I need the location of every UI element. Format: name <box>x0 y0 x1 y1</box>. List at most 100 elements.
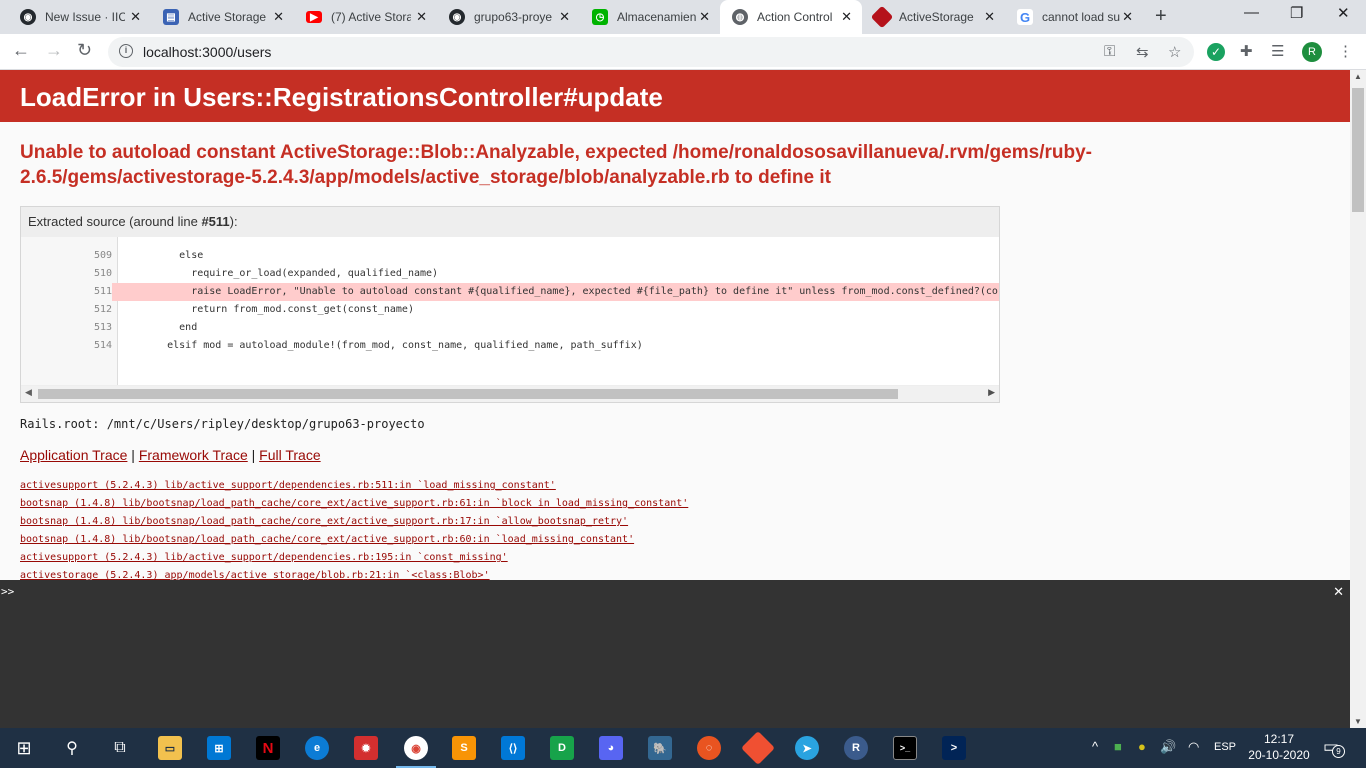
trace-line[interactable]: bootsnap (1.4.8) lib/bootsnap/load_path_… <box>20 531 688 549</box>
ubuntu-icon[interactable]: ◌ <box>697 736 721 760</box>
trace-line[interactable]: activesupport (5.2.4.3) lib/active_suppo… <box>20 477 688 495</box>
microsoft-store-icon[interactable]: ⊞ <box>207 736 231 760</box>
profile-avatar[interactable]: R <box>1302 42 1322 62</box>
scrollbar-thumb[interactable] <box>1352 88 1364 212</box>
postgresql-icon[interactable]: 🐘 <box>648 736 672 760</box>
chevron-up-icon[interactable]: ^ <box>1092 739 1098 754</box>
code-line: 509 else <box>93 250 204 261</box>
key-icon[interactable]: ⚿ <box>1104 43 1115 60</box>
trace-line[interactable]: activestorage (5.2.4.3) app/models/activ… <box>20 567 688 580</box>
chrome-icon[interactable]: ◉ <box>396 736 436 768</box>
error-message: Unable to autoload constant ActiveStorag… <box>20 142 1092 188</box>
tab-youtube[interactable]: ▶ (7) Active Stora ✕ <box>294 0 437 34</box>
address-bar[interactable]: i localhost:3000/users ⚿ ⇆ ☆ <box>108 37 1194 67</box>
wifi-icon[interactable]: ◠ <box>1188 739 1199 755</box>
new-tab-button[interactable]: + <box>1155 5 1167 28</box>
notification-center-icon[interactable]: ▭ 9 <box>1323 737 1345 758</box>
back-icon[interactable]: ← <box>12 40 30 61</box>
close-tab-icon[interactable]: ✕ <box>699 9 710 25</box>
forward-icon[interactable]: → <box>45 40 63 61</box>
notification-count: 9 <box>1332 745 1345 758</box>
volume-icon[interactable]: 🔊 <box>1160 739 1176 755</box>
menu-kebab-icon[interactable]: ⋮ <box>1338 42 1353 60</box>
scrollbar-thumb[interactable] <box>38 389 898 399</box>
translate-icon[interactable]: ⇆ <box>1136 43 1149 61</box>
extension-check-icon[interactable]: ✓ <box>1207 43 1225 61</box>
app-r-icon[interactable]: R <box>844 736 868 760</box>
trace-line[interactable]: bootsnap (1.4.8) lib/bootsnap/load_path_… <box>20 513 688 531</box>
trace-line[interactable]: activesupport (5.2.4.3) lib/active_suppo… <box>20 549 688 567</box>
windows-taskbar: ⊞ ⚲ ⧉ ▭ ⊞ N e ✹ ◉ S ⟨⟩ D ◕ 🐘 ◌ ➤ R >_ > … <box>0 728 1366 768</box>
sublime-text-icon[interactable]: S <box>452 736 476 760</box>
tab-title: New Issue · IIC <box>45 10 125 24</box>
close-tab-icon[interactable]: ✕ <box>273 9 284 25</box>
tab-activestorage-ruby[interactable]: ActiveStorage ✕ <box>862 0 1005 34</box>
reload-icon[interactable]: ↻ <box>77 40 92 61</box>
powershell-icon[interactable]: > <box>942 736 966 760</box>
windows-start-icon[interactable]: ⊞ <box>12 736 36 760</box>
close-tab-icon[interactable]: ✕ <box>841 9 852 25</box>
console-prompt[interactable]: >> <box>1 585 14 598</box>
bookmark-star-icon[interactable]: ☆ <box>1168 43 1181 61</box>
discord-icon[interactable]: ◕ <box>599 736 623 760</box>
close-tab-icon[interactable]: ✕ <box>416 9 427 25</box>
tab-github-repo[interactable]: ◉ grupo63-proye ✕ <box>437 0 580 34</box>
tab-title: ActiveStorage <box>899 10 974 24</box>
terminal-icon[interactable]: >_ <box>893 736 917 760</box>
github-icon: ◉ <box>20 9 36 25</box>
framework-trace-link[interactable]: Framework Trace <box>139 447 248 463</box>
app-green-d-icon[interactable]: D <box>550 736 574 760</box>
globe-icon: ◍ <box>732 9 748 25</box>
close-tab-icon[interactable]: ✕ <box>559 9 570 25</box>
full-trace-link[interactable]: Full Trace <box>259 447 320 463</box>
page-content: LoadError in Users::RegistrationsControl… <box>0 70 1350 580</box>
code-line: 513 end <box>93 322 198 333</box>
page-vertical-scrollbar[interactable]: ▲ ▼ <box>1350 70 1366 728</box>
trace-toggle-links: Application Trace | Framework Trace | Fu… <box>20 447 321 463</box>
file-explorer-icon[interactable]: ▭ <box>158 736 182 760</box>
tab-title: grupo63-proye <box>474 10 553 24</box>
application-trace-link[interactable]: Application Trace <box>20 447 127 463</box>
vscode-icon[interactable]: ⟨⟩ <box>501 736 525 760</box>
clock-time: 12:17 <box>1263 732 1295 746</box>
scroll-right-icon[interactable]: ▶ <box>988 387 995 398</box>
telegram-icon[interactable]: ➤ <box>795 736 819 760</box>
horizontal-scrollbar[interactable]: ◀ ▶ <box>21 386 999 402</box>
task-view-icon[interactable]: ⧉ <box>108 736 132 760</box>
tab-github-new-issue[interactable]: ◉ New Issue · IIC ✕ <box>8 0 151 34</box>
tab-active-storage-guide[interactable]: ▤ Active Storage ✕ <box>151 0 294 34</box>
media-queue-icon[interactable]: ☰ <box>1271 42 1284 60</box>
trace-list: activesupport (5.2.4.3) lib/active_suppo… <box>20 477 688 580</box>
url-text[interactable]: localhost:3000/users <box>143 44 271 60</box>
scroll-down-icon[interactable]: ▼ <box>1354 717 1362 726</box>
tray-app-icon[interactable]: ● <box>1138 739 1146 754</box>
tray-app-icon[interactable]: ■ <box>1114 739 1122 754</box>
trace-line[interactable]: bootsnap (1.4.8) lib/bootsnap/load_path_… <box>20 495 688 513</box>
close-tab-icon[interactable]: ✕ <box>1122 9 1133 25</box>
edge-icon[interactable]: e <box>305 736 329 760</box>
tab-action-controller[interactable]: ◍ Action Control ✕ <box>720 0 862 34</box>
restore-icon[interactable]: ❐ <box>1290 4 1303 22</box>
extracted-source-box: Extracted source (around line #511): 509… <box>20 206 1000 403</box>
extensions-puzzle-icon[interactable]: ✚ <box>1240 42 1253 60</box>
app-red-icon[interactable]: ✹ <box>354 736 378 760</box>
code-line: 510 require_or_load(expanded, qualified_… <box>93 268 439 279</box>
web-console[interactable]: >> ✕ <box>0 580 1350 728</box>
minimize-icon[interactable]: — <box>1244 4 1259 21</box>
rails-guides-icon: ▤ <box>163 9 179 25</box>
close-tab-icon[interactable]: ✕ <box>984 9 995 25</box>
scroll-up-icon[interactable]: ▲ <box>1354 72 1362 81</box>
tab-google-search[interactable]: G cannot load su ✕ <box>1005 0 1143 34</box>
search-icon[interactable]: ⚲ <box>60 736 84 760</box>
git-icon[interactable] <box>741 731 775 765</box>
netflix-icon[interactable]: N <box>256 736 280 760</box>
tab-almacenamiento[interactable]: ◷ Almacenamien ✕ <box>580 0 720 34</box>
site-info-icon[interactable]: i <box>119 44 133 58</box>
browser-toolbar: ← → ↻ i localhost:3000/users ⚿ ⇆ ☆ ✓ ✚ ☰… <box>0 34 1366 70</box>
close-tab-icon[interactable]: ✕ <box>130 9 141 25</box>
clock[interactable]: 12:17 20-10-2020 <box>1248 731 1310 763</box>
window-close-icon[interactable]: ✕ <box>1337 4 1350 22</box>
scroll-left-icon[interactable]: ◀ <box>25 387 32 398</box>
console-close-icon[interactable]: ✕ <box>1333 584 1344 600</box>
language-indicator[interactable]: ESP <box>1214 741 1236 753</box>
